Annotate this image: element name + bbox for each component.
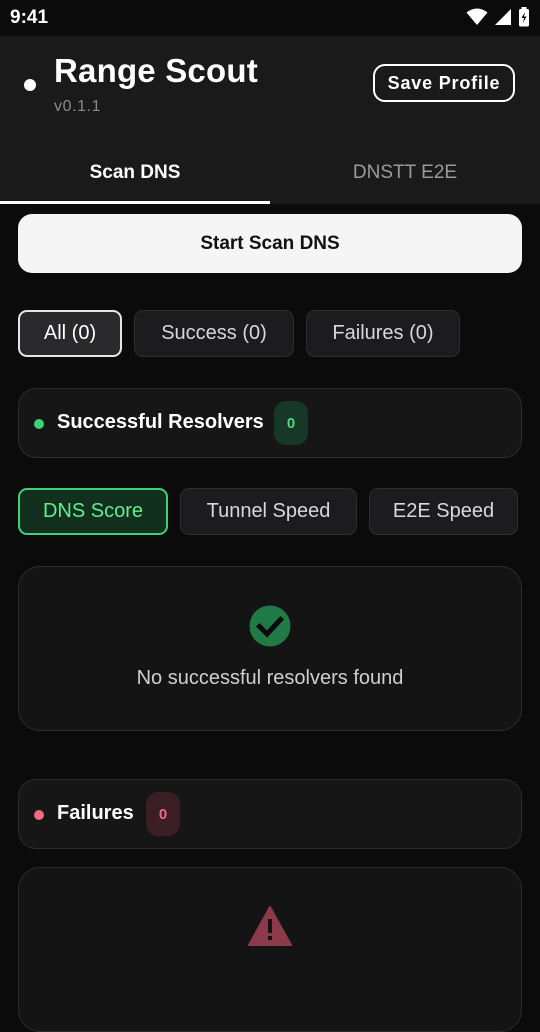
wifi-icon	[466, 8, 488, 26]
app-version: v0.1.1	[54, 98, 102, 115]
status-icons	[466, 7, 530, 27]
failures-empty-state	[18, 867, 522, 1032]
success-empty-state: No successful resolvers found	[18, 566, 522, 731]
app-status-dot	[24, 79, 36, 91]
success-count-badge: 0	[274, 401, 308, 445]
sort-dns-score-chip[interactable]: DNS Score	[18, 488, 168, 535]
successful-resolvers-title: Successful Resolvers	[57, 411, 264, 433]
save-profile-button[interactable]: Save Profile	[373, 64, 515, 102]
check-circle-icon	[249, 605, 291, 652]
status-bar: 9:41	[0, 0, 540, 36]
scan-dns-content: Start Scan DNS All (0) Success (0) Failu…	[0, 204, 540, 1032]
app-header: Range Scout v0.1.1 Save Profile	[0, 36, 540, 142]
failures-header[interactable]: Failures 0	[18, 779, 522, 849]
tab-scan-dns[interactable]: Scan DNS	[0, 142, 270, 205]
success-status-dot	[34, 419, 44, 429]
failure-status-dot	[34, 810, 44, 820]
failures-title: Failures	[57, 802, 134, 824]
app-title: Range Scout	[54, 52, 258, 89]
result-filter-row: All (0) Success (0) Failures (0)	[18, 310, 460, 357]
filter-failures-chip[interactable]: Failures (0)	[306, 310, 460, 357]
tab-scan-dns-label: Scan DNS	[89, 162, 181, 183]
battery-icon	[518, 7, 530, 27]
filter-all-chip[interactable]: All (0)	[18, 310, 122, 357]
tab-dnstt-e2e[interactable]: DNSTT E2E	[270, 142, 540, 204]
warning-icon	[248, 906, 292, 951]
filter-success-chip[interactable]: Success (0)	[134, 310, 294, 357]
sort-tunnel-speed-chip[interactable]: Tunnel Speed	[180, 488, 357, 535]
sort-e2e-speed-chip[interactable]: E2E Speed	[369, 488, 518, 535]
successful-resolvers-header[interactable]: Successful Resolvers 0	[18, 388, 522, 458]
failure-count-badge: 0	[146, 792, 180, 836]
tab-dnstt-e2e-label: DNSTT E2E	[352, 162, 458, 183]
tab-bar: Scan DNS DNSTT E2E	[0, 142, 540, 205]
status-time: 9:41	[10, 7, 49, 28]
sort-options-row: DNS Score Tunnel Speed E2E Speed	[18, 488, 518, 535]
cell-signal-icon	[494, 8, 512, 26]
start-scan-button[interactable]: Start Scan DNS	[18, 214, 522, 273]
success-empty-message: No successful resolvers found	[136, 667, 404, 689]
